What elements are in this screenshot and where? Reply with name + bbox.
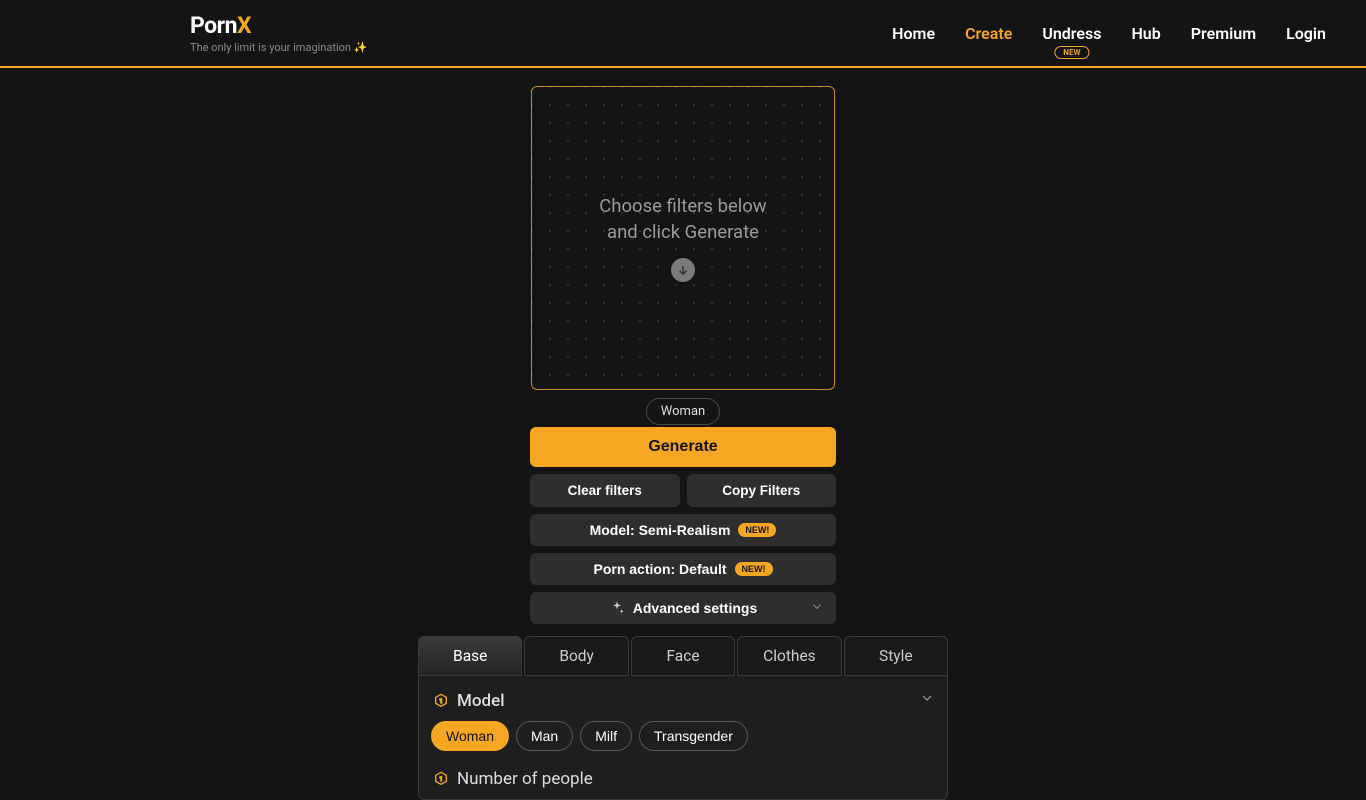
nav-create[interactable]: Create — [965, 24, 1012, 43]
copy-filters-button[interactable]: Copy Filters — [687, 474, 837, 507]
nav-undress[interactable]: Undress NEW — [1042, 24, 1101, 43]
svg-text:1: 1 — [439, 697, 443, 705]
panel-sub-label: Number of people — [457, 769, 593, 789]
option-man[interactable]: Man — [516, 721, 573, 751]
preview-canvas: Choose filters below and click Generate — [531, 86, 835, 390]
option-woman[interactable]: Woman — [431, 721, 509, 751]
nav-undress-label: Undress — [1042, 24, 1101, 43]
model-options: Woman Man Milf Transgender — [431, 721, 935, 751]
action-select-label: Porn action: Default — [593, 561, 726, 577]
tab-clothes[interactable]: Clothes — [737, 636, 841, 676]
logo-part1: Porn — [190, 12, 237, 39]
nav-home[interactable]: Home — [892, 24, 935, 43]
tagline: The only limit is your imagination ✨ — [190, 41, 367, 54]
chevron-down-icon — [810, 600, 824, 617]
tab-base[interactable]: Base — [418, 636, 522, 676]
svg-text:1: 1 — [439, 775, 443, 783]
logo-block[interactable]: PornX The only limit is your imagination… — [190, 12, 367, 54]
arrow-down-icon — [671, 258, 695, 282]
option-transgender[interactable]: Transgender — [639, 721, 748, 751]
subject-chip-row: Woman — [646, 400, 720, 419]
canvas-line1: Choose filters below — [599, 194, 766, 220]
model-select-button[interactable]: Model: Semi-Realism NEW! — [530, 514, 836, 546]
action-select-button[interactable]: Porn action: Default NEW! — [530, 553, 836, 585]
option-milf[interactable]: Milf — [580, 721, 632, 751]
new-pill: NEW! — [735, 562, 773, 576]
canvas-line2: and click Generate — [599, 220, 766, 246]
tab-face[interactable]: Face — [631, 636, 735, 676]
logo-part2: X — [237, 12, 251, 39]
new-badge: NEW — [1054, 46, 1089, 59]
filter-panel: 1 Model Woman Man Milf Transgender 1 Num… — [418, 676, 948, 800]
canvas-hint: Choose filters below and click Generate — [599, 194, 766, 246]
button-stack: Generate Clear filters Copy Filters Mode… — [530, 427, 836, 624]
nav-premium[interactable]: Premium — [1191, 24, 1256, 43]
generate-button[interactable]: Generate — [530, 427, 836, 467]
new-pill: NEW! — [738, 523, 776, 537]
hexagon-icon: 1 — [433, 771, 449, 787]
nav-login[interactable]: Login — [1286, 24, 1326, 43]
logo: PornX — [190, 12, 367, 39]
advanced-settings-label: Advanced settings — [633, 600, 757, 616]
subject-chip[interactable]: Woman — [646, 398, 720, 425]
panel-header-people[interactable]: 1 Number of people — [431, 765, 935, 789]
nav-hub[interactable]: Hub — [1131, 24, 1160, 43]
clear-filters-button[interactable]: Clear filters — [530, 474, 680, 507]
tab-style[interactable]: Style — [844, 636, 948, 676]
panel-header-model[interactable]: 1 Model — [431, 686, 935, 721]
hexagon-icon: 1 — [433, 693, 449, 709]
filter-tabs: Base Body Face Clothes Style — [418, 636, 948, 676]
secondary-button-row: Clear filters Copy Filters — [530, 474, 836, 507]
nav: Home Create Undress NEW Hub Premium Logi… — [892, 24, 1326, 43]
advanced-settings-button[interactable]: Advanced settings — [530, 592, 836, 624]
panel-title: Model — [457, 691, 505, 711]
tab-body[interactable]: Body — [524, 636, 628, 676]
sparkle-icon — [609, 600, 625, 616]
model-select-label: Model: Semi-Realism — [590, 522, 731, 538]
header: PornX The only limit is your imagination… — [0, 0, 1366, 68]
chevron-down-icon — [919, 690, 935, 711]
main: Choose filters below and click Generate … — [0, 68, 1366, 800]
